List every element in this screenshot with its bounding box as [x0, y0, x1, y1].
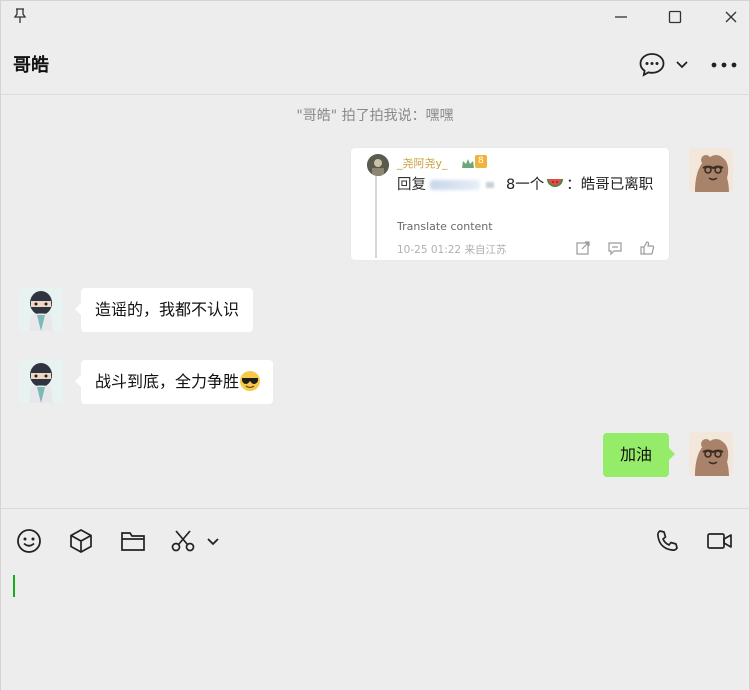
scissors-icon	[171, 530, 195, 552]
emoji-icon	[17, 529, 41, 553]
voice-call-button[interactable]	[653, 527, 681, 555]
maximize-button[interactable]	[661, 5, 689, 29]
chat-title[interactable]: 哥皓	[13, 51, 49, 77]
crown-icon	[461, 155, 475, 168]
ninja-avatar-icon	[19, 359, 63, 403]
screenshot-button[interactable]	[169, 527, 197, 555]
minimize-button[interactable]	[607, 5, 635, 29]
close-button[interactable]	[717, 5, 745, 29]
blurred-fragment	[486, 182, 494, 188]
reply-tail: ：皓哥已离职	[566, 177, 654, 193]
chat-window: 哥皓 "哥皓" 拍了拍我说：嘿嘿 _尧阿尧y_ 8 回复 8一个 ：皓哥已离职 …	[0, 0, 750, 690]
screenshot-options-dropdown[interactable]	[203, 531, 223, 551]
watermelon-icon	[547, 179, 564, 187]
friend-avatar[interactable]	[19, 359, 63, 403]
reply-fragment: 8一个	[506, 177, 545, 193]
my-avatar[interactable]	[689, 432, 733, 476]
video-call-button[interactable]	[705, 527, 733, 555]
maximize-icon	[668, 10, 682, 24]
chat-header: 哥皓	[1, 33, 749, 95]
chat-info-button[interactable]	[637, 51, 667, 79]
ninja-avatar-icon	[19, 287, 63, 331]
reply-prefix: 回复	[397, 177, 426, 193]
bear-avatar-icon	[689, 432, 733, 476]
share-icon[interactable]	[575, 240, 591, 256]
chevron-down-icon	[207, 538, 219, 546]
minimize-icon	[615, 16, 627, 18]
translate-link[interactable]: Translate content	[397, 220, 493, 233]
folder-icon	[121, 532, 145, 551]
send-file-button[interactable]	[119, 527, 147, 555]
blurred-name	[430, 180, 480, 190]
quote-divider	[375, 176, 377, 258]
quote-author-avatar	[367, 154, 389, 176]
more-button[interactable]	[709, 55, 739, 75]
level-badge: 8	[475, 155, 487, 168]
friend-avatar[interactable]	[19, 287, 63, 331]
title-bar	[1, 1, 749, 33]
sunglasses-emoji-icon	[240, 371, 261, 391]
favorites-button[interactable]	[67, 527, 95, 555]
chevron-down-icon	[676, 61, 688, 69]
message-input[interactable]	[11, 569, 739, 679]
quoted-post-card[interactable]: _尧阿尧y_ 8 回复 8一个 ：皓哥已离职 Translate content 1…	[351, 148, 669, 260]
message-composer	[1, 508, 749, 690]
system-message: "哥皓" 拍了拍我说：嘿嘿	[296, 108, 454, 124]
pin-icon[interactable]	[11, 7, 29, 25]
incoming-message[interactable]: 战斗到底，全力争胜	[74, 360, 274, 404]
outgoing-message[interactable]: 加油	[603, 433, 675, 477]
emoji-button[interactable]	[15, 527, 43, 555]
chat-options-dropdown[interactable]	[673, 55, 691, 73]
close-icon	[725, 11, 737, 23]
more-horizontal-icon	[711, 62, 737, 68]
chat-bubble-icon	[639, 53, 665, 77]
message-text: 战斗到底，全力争胜	[95, 372, 240, 391]
quote-author-name[interactable]: _尧阿尧y_	[397, 155, 448, 171]
phone-icon	[657, 530, 678, 551]
quote-text: 回复 8一个 ：皓哥已离职	[397, 174, 659, 196]
like-icon[interactable]	[639, 240, 655, 256]
my-avatar[interactable]	[689, 148, 733, 192]
bear-avatar-icon	[689, 148, 733, 192]
quote-meta: 10-25 01:22 来自江苏	[397, 244, 507, 256]
comment-icon[interactable]	[607, 240, 623, 256]
video-icon	[707, 533, 732, 549]
incoming-message[interactable]: 造谣的，我都不认识	[74, 288, 254, 332]
box-icon	[70, 529, 92, 553]
